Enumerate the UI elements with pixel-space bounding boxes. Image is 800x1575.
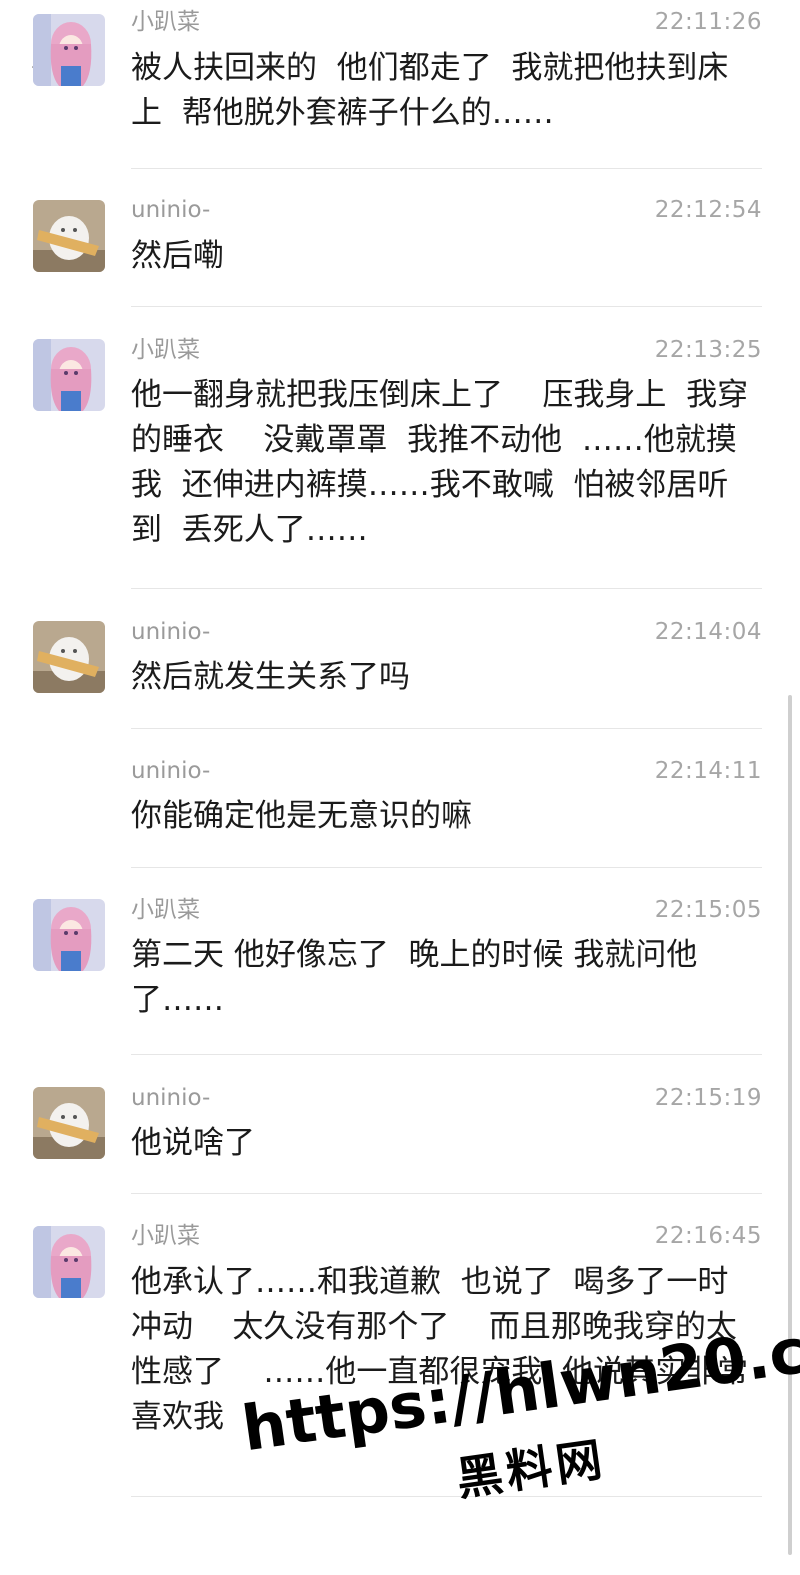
message-text: 被人扶回来的 他们都走了 我就把他扶到床上 帮他脱外套裤子什么的…… (131, 50, 729, 131)
message-time: 22:16:45 (654, 1223, 762, 1249)
message-time: 22:15:05 (654, 897, 762, 923)
divider (131, 306, 762, 307)
message-time: 22:14:11 (654, 758, 762, 784)
message-text: 然后嘞 (131, 238, 224, 274)
message-time: 22:11:26 (654, 9, 762, 35)
message-text: 第二天 他好像忘了 晚上的时候 我就问他了…… (131, 937, 698, 1018)
divider (131, 1054, 762, 1055)
avatar-cat[interactable] (33, 200, 105, 272)
sender-name: 小趴菜 (131, 9, 200, 35)
message-time: 22:12:54 (654, 197, 762, 223)
message-time: 22:15:19 (654, 1085, 762, 1111)
message-time: 22:14:04 (654, 619, 762, 645)
divider (131, 168, 762, 169)
avatar-anime-girl[interactable] (33, 899, 105, 971)
message-text: 然后就发生关系了吗 (131, 659, 410, 695)
sender-name: uninio- (131, 1085, 211, 1111)
sender-name: uninio- (131, 197, 211, 223)
avatar-cat[interactable] (33, 1087, 105, 1159)
divider (131, 867, 762, 868)
divider (131, 728, 762, 729)
sender-name: 小趴菜 (131, 1223, 200, 1249)
avatar-anime-girl[interactable] (33, 339, 105, 411)
message-time: 22:13:25 (654, 337, 762, 363)
message-text: 他一翻身就把我压倒床上了 压我身上 我穿的睡衣 没戴罩罩 我推不动他 ……他就摸… (131, 377, 749, 548)
message-text: 你能确定他是无意识的嘛 (131, 798, 472, 834)
avatar-cat[interactable] (33, 621, 105, 693)
avatar-anime-girl[interactable] (33, 1226, 105, 1298)
divider (131, 1496, 762, 1497)
message-text: 他承认了……和我道歉 也说了 喝多了一时冲动 太久没有那个了 而且那晚我穿的太性… (131, 1264, 749, 1435)
divider (131, 1193, 762, 1194)
sender-name: 小趴菜 (131, 897, 200, 923)
divider (131, 588, 762, 589)
avatar-anime-girl[interactable] (33, 14, 105, 86)
sender-name: 小趴菜 (131, 337, 200, 363)
scrollbar[interactable] (788, 695, 792, 1555)
sender-name: uninio- (131, 619, 211, 645)
sender-name: uninio- (131, 758, 211, 784)
message-text: 他说啥了 (131, 1125, 255, 1161)
